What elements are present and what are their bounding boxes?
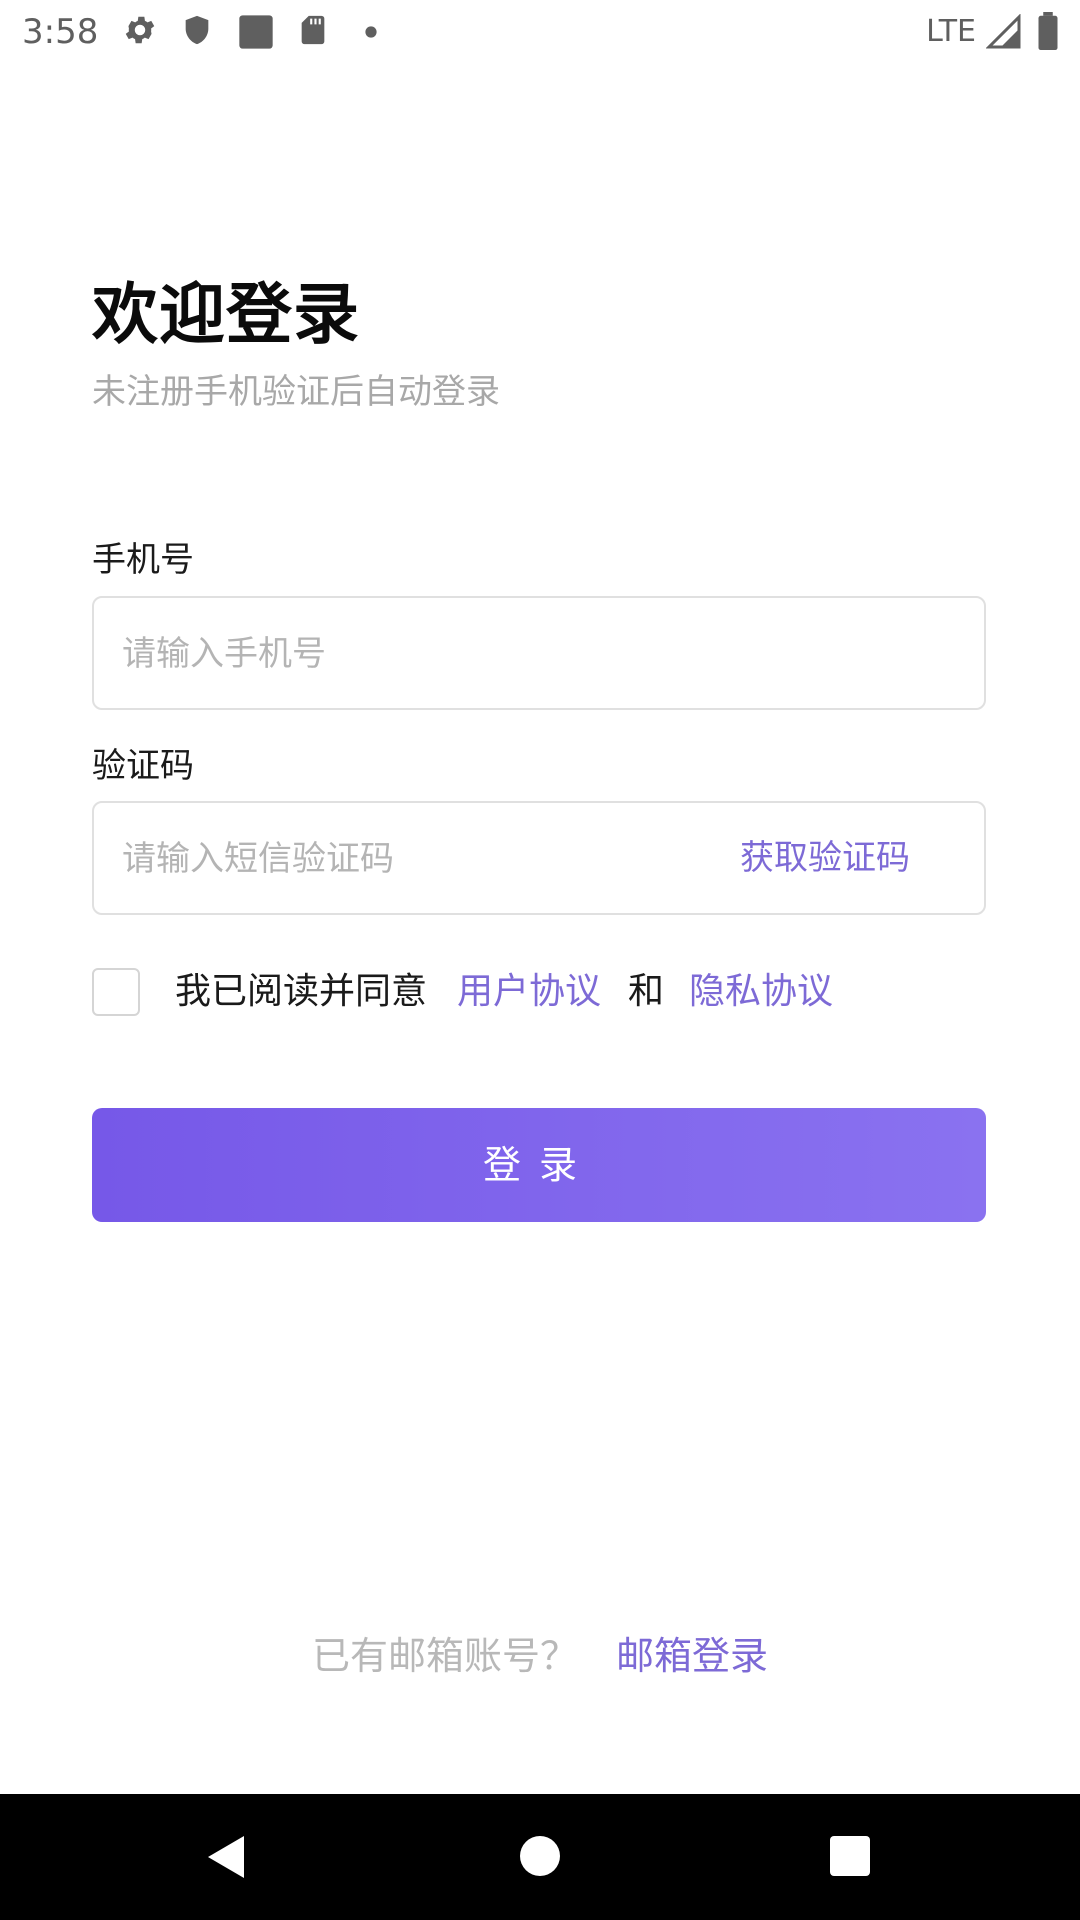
agreement-row: 我已阅读并同意 用户协议 和 隐私协议 [92,966,992,1018]
email-question: 已有邮箱账号？ [311,1634,578,1678]
phone-label: 手机号 [92,540,194,580]
agreement-prefix: 我已阅读并同意 [175,971,428,1012]
status-time: 3:58 [22,12,99,52]
page-title: 欢迎登录 [92,276,360,353]
agreement-and: 和 [628,971,665,1012]
user-agreement-link[interactable]: 用户协议 [457,966,601,1018]
shield-icon [180,12,214,52]
page-subtitle: 未注册手机验证后自动登录 [92,372,500,412]
recents-button[interactable] [790,1794,910,1920]
recents-icon [830,1836,870,1880]
email-login-row: 已有邮箱账号？ 邮箱登录 [0,1628,1080,1684]
square-icon [236,12,276,56]
privacy-agreement-link[interactable]: 隐私协议 [689,966,833,1018]
home-icon [520,1836,560,1880]
phone-field[interactable] [92,596,986,710]
network-type: LTE [926,14,976,49]
code-label: 验证码 [92,746,194,786]
code-field[interactable]: 获取验证码 [92,801,986,915]
login-screen: 3:58 LTE 欢迎登录 未注册手机验证后自动登录 手机号 验证码 [0,0,1080,1920]
get-code-button[interactable]: 获取验证码 [740,833,910,883]
dot-icon [364,24,378,43]
signal-icon [985,13,1022,54]
status-bar: 3:58 LTE [0,0,1080,64]
battery-icon [1036,12,1060,54]
sd-card-icon [296,12,330,52]
back-button[interactable] [166,1794,286,1920]
login-button[interactable]: 登录 [92,1108,986,1222]
home-button[interactable] [480,1794,600,1920]
back-icon [204,1834,248,1884]
code-input[interactable] [120,803,724,915]
gear-icon [122,12,158,52]
agreement-checkbox[interactable] [92,968,140,1016]
phone-input[interactable] [120,598,724,710]
email-login-link[interactable]: 邮箱登录 [616,1634,768,1678]
navigation-bar [0,1794,1080,1920]
